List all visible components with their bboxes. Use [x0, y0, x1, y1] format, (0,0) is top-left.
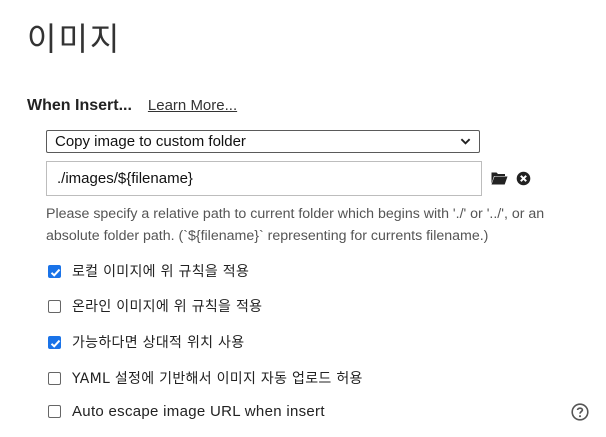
when-insert-row: When Insert... Learn More... [27, 97, 237, 115]
option-use-relative-path[interactable]: 가능하다면 상대적 위치 사용 [48, 332, 244, 352]
insert-action-select-value: Copy image to custom folder [55, 133, 246, 150]
option-label: 로컬 이미지에 위 규칙을 적용 [72, 264, 250, 280]
learn-more-link[interactable]: Learn More... [148, 97, 237, 114]
option-yaml-auto-upload[interactable]: YAML 설정에 기반해서 이미지 자동 업로드 허용 [48, 368, 363, 388]
folder-icon[interactable] [491, 171, 508, 185]
option-label: YAML 설정에 기반해서 이미지 자동 업로드 허용 [72, 371, 363, 387]
option-label: 온라인 이미지에 위 규칙을 적용 [72, 299, 263, 315]
path-hint-text: Please specify a relative path to curren… [46, 206, 545, 244]
chevron-down-icon [460, 138, 471, 145]
checkbox[interactable] [48, 371, 61, 385]
checkbox[interactable] [48, 405, 61, 418]
checkbox[interactable] [48, 264, 61, 278]
image-folder-path-value: ./images/${filename} [57, 170, 193, 187]
help-icon[interactable] [571, 403, 589, 421]
page-title: 이미지 [27, 20, 122, 58]
option-apply-local-images[interactable]: 로컬 이미지에 위 규칙을 적용 [48, 261, 249, 281]
option-label: Auto escape image URL when insert [72, 403, 325, 420]
checkbox[interactable] [48, 299, 61, 313]
image-folder-path-input[interactable]: ./images/${filename} [46, 161, 482, 196]
option-apply-online-images[interactable]: 온라인 이미지에 위 규칙을 적용 [48, 296, 262, 316]
option-auto-escape-url[interactable]: Auto escape image URL when insert [48, 403, 325, 420]
insert-action-select[interactable]: Copy image to custom folder [46, 130, 480, 153]
when-insert-label: When Insert... [27, 97, 132, 114]
clear-icon[interactable] [516, 171, 531, 186]
checkbox[interactable] [48, 335, 61, 349]
option-label: 가능하다면 상대적 위치 사용 [72, 335, 245, 351]
